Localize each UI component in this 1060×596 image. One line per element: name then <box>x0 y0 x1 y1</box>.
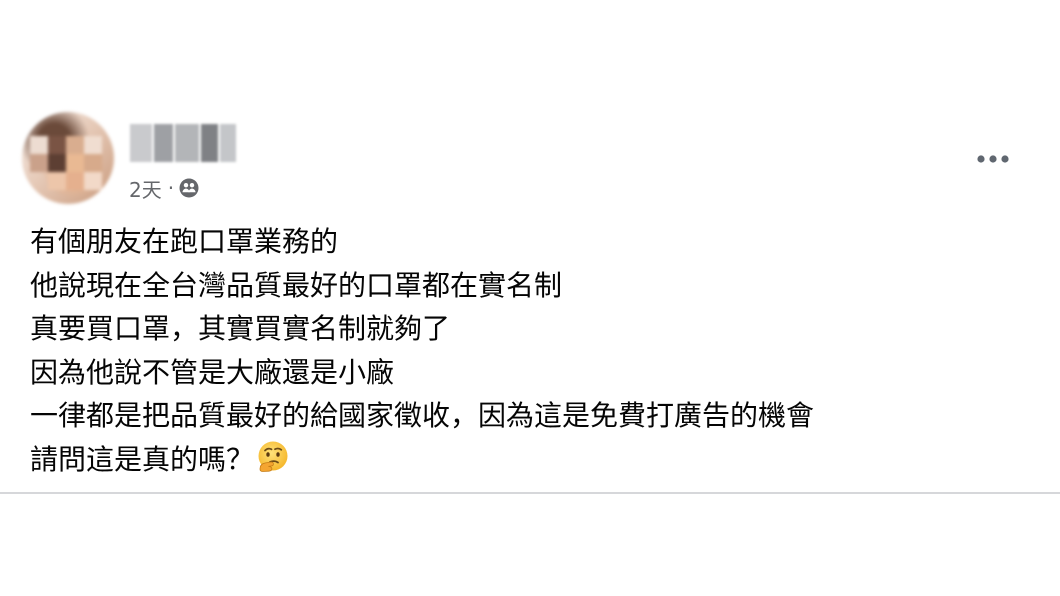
friends-icon[interactable] <box>179 178 199 198</box>
post-text-line-last: 請問這是真的嗎？ <box>30 438 1030 482</box>
feed-post: 2天 · 有個朋友在跑口罩業務的 他說現在全台灣品質最好的口罩都在實名制 真要買… <box>0 0 1060 494</box>
post-text-line: 因為他說不管是大廠還是小廠 <box>30 355 395 389</box>
post-text: 有個朋友在跑口罩業務的 他說現在全台灣品質最好的口罩都在實名制 真要買口罩，其實… <box>30 220 1030 481</box>
post-text-line: 有個朋友在跑口罩業務的 <box>30 225 339 258</box>
meta-separator: · <box>167 176 175 200</box>
author-name[interactable] <box>130 124 236 162</box>
post-meta: 2天 · <box>129 173 199 203</box>
more-horizontal-icon <box>977 155 1009 163</box>
post-timestamp[interactable]: 2天 <box>129 174 162 203</box>
more-options-button[interactable] <box>970 144 1016 174</box>
author-avatar[interactable] <box>22 112 114 204</box>
post-text-line: 請問這是真的嗎？ <box>30 442 255 476</box>
post-text-line: 真要買口罩，其實買實名制就夠了 <box>30 312 451 345</box>
thinking-face-emoji-icon <box>258 441 288 472</box>
post-text-line: 他說現在全台灣品質最好的口罩都在實名制 <box>30 268 563 302</box>
post-text-line: 一律都是把品質最好的給國家徵收，因為這是免費打廣告的機會 <box>30 399 815 432</box>
post-divider <box>0 492 1060 494</box>
